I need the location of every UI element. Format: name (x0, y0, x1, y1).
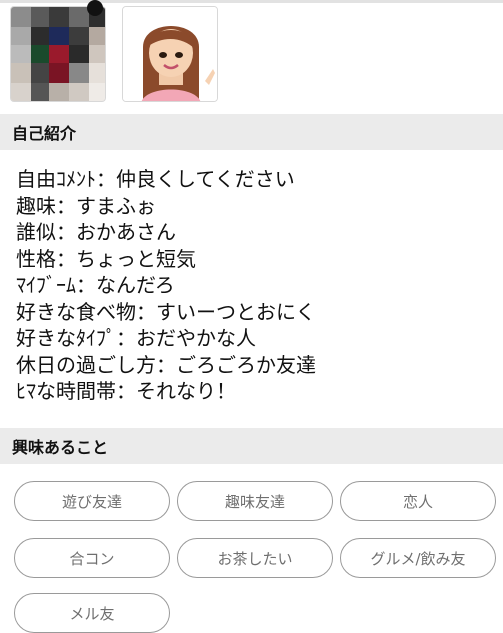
avatar-image (123, 7, 217, 101)
tag-tea[interactable]: お茶したい (177, 538, 333, 578)
intro-lookalike: 誰似：おかあさん (16, 220, 176, 244)
intro-personality: 性格：ちょっと短気 (16, 246, 196, 271)
profile-photo-1[interactable] (10, 6, 106, 102)
self-intro-list: 自由ｺﾒﾝﾄ：仲良くしてください 趣味：すまふぉ 誰似：おかあさん 性格：ちょっ… (16, 166, 496, 405)
intro-favorite-food: 好きな食べ物：すいーつとおにく (16, 299, 316, 324)
self-intro-heading: 自己紹介 (12, 124, 77, 143)
intro-favorite-type: 好きなﾀｲﾌﾟ：おだやかな人 (16, 326, 256, 350)
self-intro-header: 自己紹介 (0, 114, 503, 150)
tag-gourmet-drinks[interactable]: グルメ/飲み友 (340, 538, 496, 578)
intro-holiday: 休日の過ごし方：ごろごろか友達 (16, 352, 316, 377)
interest-tags: 遊び友達 趣味友達 恋人 合コン お茶したい グルメ/飲み友 メル友 (14, 481, 496, 633)
tag-lover[interactable]: 恋人 (340, 481, 496, 521)
interests-heading: 興味あること (12, 438, 109, 457)
interests-header: 興味あること (0, 428, 503, 464)
profile-photo-row (0, 0, 503, 112)
tag-mail-friends[interactable]: メル友 (14, 593, 170, 633)
intro-hobby: 趣味：すまふぉ (16, 193, 156, 218)
tag-hobby-friends[interactable]: 趣味友達 (177, 481, 333, 521)
tag-group-date[interactable]: 合コン (14, 538, 170, 578)
pixelated-photo-image (11, 7, 105, 101)
profile-photo-2[interactable] (122, 6, 218, 102)
intro-free-time: ﾋﾏな時間帯：それなり！ (16, 379, 236, 403)
tag-play-friends[interactable]: 遊び友達 (14, 481, 170, 521)
intro-comment: 自由ｺﾒﾝﾄ：仲良くしてください (16, 167, 295, 191)
intro-my-boom: ﾏｲﾌﾞｰﾑ：なんだろ (16, 273, 175, 297)
indicator-dot (87, 0, 103, 16)
